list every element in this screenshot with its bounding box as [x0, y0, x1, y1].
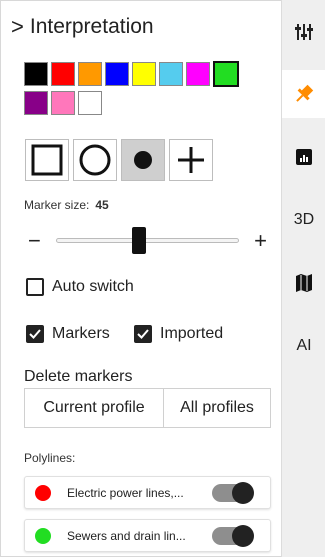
dot-shape-button[interactable]	[121, 139, 165, 181]
checkmark-icon	[29, 329, 41, 339]
delete-markers-buttons: Current profile All profiles	[24, 388, 271, 428]
circle-shape-button[interactable]	[73, 139, 117, 181]
plus-icon	[178, 147, 204, 173]
decrease-size-button[interactable]: −	[28, 230, 41, 252]
panel-header[interactable]: > Interpretation	[11, 15, 154, 39]
interpretation-panel: > Interpretation Marker size: 45 − + Auto…	[0, 0, 281, 557]
polyline-visibility-toggle[interactable]	[212, 525, 254, 547]
side-toolbar: 3D AI	[281, 0, 325, 557]
delete-all-profiles-button[interactable]: All profiles	[164, 388, 271, 428]
color-swatch[interactable]	[24, 62, 48, 86]
marker-size-text: Marker size:	[24, 198, 90, 212]
toggle-knob	[232, 525, 254, 547]
color-palette	[24, 61, 250, 115]
color-swatch[interactable]	[51, 62, 75, 86]
color-swatch[interactable]	[78, 62, 102, 86]
marker-shape-group	[25, 139, 213, 181]
checkmark-icon	[137, 329, 149, 339]
rail-ai-button[interactable]: AI	[282, 322, 325, 370]
markers-checkbox[interactable]	[26, 325, 44, 343]
rail-3d-label: 3D	[293, 211, 315, 228]
circle-outline-icon	[79, 144, 111, 176]
marker-size-slider: − +	[24, 227, 269, 257]
increase-size-button[interactable]: +	[254, 230, 267, 252]
polyline-name: Electric power lines,...	[67, 485, 184, 500]
markers-option[interactable]: Markers	[26, 325, 110, 343]
polyline-item[interactable]: Electric power lines,...	[24, 476, 271, 509]
rail-ai-label: AI	[296, 337, 312, 354]
auto-switch-option[interactable]: Auto switch	[26, 278, 134, 296]
color-swatch[interactable]	[78, 91, 102, 115]
auto-switch-checkbox[interactable]	[26, 278, 44, 296]
rail-markers-button[interactable]	[282, 70, 325, 118]
delete-markers-label: Delete markers	[24, 368, 133, 385]
marker-size-value: 45	[95, 198, 109, 212]
imported-option[interactable]: Imported	[134, 325, 223, 343]
slider-track[interactable]	[56, 227, 239, 254]
panel-title: Interpretation	[29, 15, 154, 38]
color-swatch[interactable]	[105, 62, 129, 86]
toggle-knob	[232, 482, 254, 504]
imported-checkbox[interactable]	[134, 325, 152, 343]
rail-map-button[interactable]	[282, 259, 325, 307]
polylines-label: Polylines:	[24, 451, 76, 465]
color-swatch[interactable]	[51, 91, 75, 115]
polyline-visibility-toggle[interactable]	[212, 482, 254, 504]
polyline-name: Sewers and drain lin...	[67, 528, 186, 543]
square-shape-button[interactable]	[25, 139, 69, 181]
color-swatch[interactable]	[132, 62, 156, 86]
color-swatch[interactable]	[186, 62, 210, 86]
polyline-item[interactable]: Sewers and drain lin...	[24, 519, 271, 552]
chevron-right-icon: >	[11, 14, 24, 39]
color-swatch[interactable]	[159, 62, 183, 86]
map-icon	[296, 274, 312, 292]
rail-chart-button[interactable]	[282, 133, 325, 181]
auto-switch-label: Auto switch	[52, 278, 134, 295]
markers-label: Markers	[52, 325, 110, 342]
marker-size-label: Marker size: 45	[24, 198, 109, 212]
filled-dot-icon	[134, 151, 152, 169]
slider-thumb[interactable]	[132, 227, 147, 254]
color-swatch[interactable]	[213, 61, 239, 87]
square-outline-icon	[31, 144, 63, 176]
pin-icon	[296, 84, 314, 102]
delete-current-profile-button[interactable]: Current profile	[24, 388, 164, 428]
polyline-color-dot	[35, 484, 51, 501]
rail-3d-button[interactable]: 3D	[282, 196, 325, 244]
color-swatch[interactable]	[24, 91, 48, 115]
chart-icon	[296, 149, 312, 165]
imported-label: Imported	[160, 325, 224, 342]
rail-settings-button[interactable]	[282, 8, 325, 56]
sliders-icon	[295, 24, 313, 40]
plus-shape-button[interactable]	[169, 139, 213, 181]
polyline-color-dot	[35, 527, 51, 544]
